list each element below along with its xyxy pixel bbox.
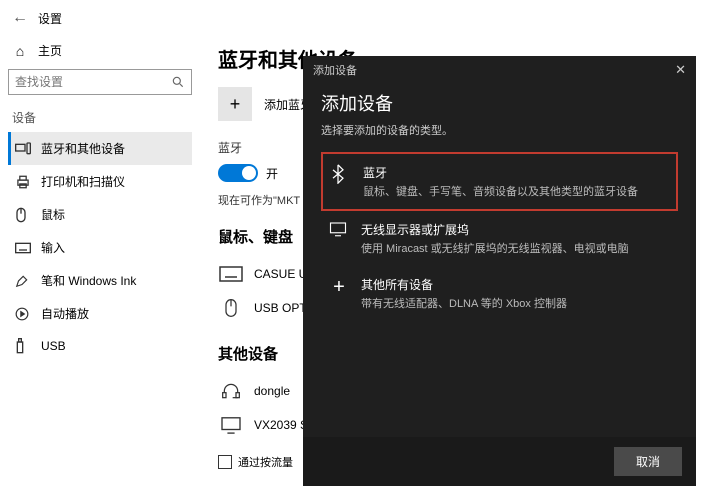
- window-title: 设置: [38, 10, 62, 27]
- sidebar-item-printers[interactable]: 打印机和扫描仪: [8, 165, 192, 198]
- sidebar-item-label: USB: [41, 339, 66, 353]
- dialog-subtitle: 选择要添加的设备的类型。: [321, 122, 678, 138]
- sidebar-section-label: 设备: [12, 109, 188, 126]
- close-icon[interactable]: ✕: [675, 62, 686, 78]
- display-icon: [329, 221, 349, 256]
- mouse-icon: [15, 207, 31, 223]
- sidebar: ⌂ 主页 设备 蓝牙和其他设备 打印机和扫描仪 鼠标: [0, 36, 200, 478]
- sidebar-home-label: 主页: [38, 42, 62, 59]
- cancel-button[interactable]: 取消: [614, 447, 682, 476]
- bluetooth-toggle[interactable]: [218, 164, 258, 182]
- device-name: VX2039 S: [254, 418, 308, 432]
- sidebar-item-label: 自动播放: [41, 305, 89, 322]
- option-title: 蓝牙: [363, 164, 638, 181]
- mouse-icon: [218, 297, 244, 319]
- printer-icon: [15, 175, 31, 189]
- sidebar-item-label: 打印机和扫描仪: [41, 173, 125, 190]
- usb-icon: [15, 338, 31, 354]
- option-title: 其他所有设备: [361, 276, 567, 293]
- pen-icon: [15, 274, 31, 288]
- bluetooth-icon: [331, 164, 351, 199]
- option-bluetooth[interactable]: 蓝牙 鼠标、键盘、手写笔、音频设备以及其他类型的蓝牙设备: [321, 152, 678, 211]
- toggle-state: 开: [266, 165, 278, 182]
- dialog-window-title: 添加设备: [313, 62, 357, 78]
- search-icon: [171, 75, 185, 89]
- sidebar-item-label: 笔和 Windows Ink: [41, 272, 136, 289]
- option-wireless-display[interactable]: 无线显示器或扩展坞 使用 Miracast 或无线扩展坞的无线监视器、电视或电脑: [321, 211, 678, 266]
- option-everything-else[interactable]: + 其他所有设备 带有无线适配器、DLNA 等的 Xbox 控制器: [321, 266, 678, 321]
- devices-icon: [15, 142, 31, 156]
- autoplay-icon: [15, 307, 31, 321]
- add-device-dialog: 添加设备 ✕ 添加设备 选择要添加的设备的类型。 蓝牙 鼠标、键盘、手写笔、音频…: [303, 56, 696, 486]
- sidebar-item-usb[interactable]: USB: [8, 330, 192, 362]
- sidebar-item-typing[interactable]: 输入: [8, 231, 192, 264]
- option-title: 无线显示器或扩展坞: [361, 221, 629, 238]
- option-desc: 使用 Miracast 或无线扩展坞的无线监视器、电视或电脑: [361, 240, 629, 256]
- sidebar-item-label: 鼠标: [41, 206, 65, 223]
- checkbox-label: 通过按流量: [238, 454, 293, 470]
- back-button[interactable]: ←: [8, 9, 32, 27]
- window-header: ← 设置: [0, 0, 705, 36]
- keyboard-icon: [15, 242, 31, 254]
- sidebar-item-autoplay[interactable]: 自动播放: [8, 297, 192, 330]
- keyboard-icon: [218, 263, 244, 285]
- device-name: dongle: [254, 384, 290, 398]
- search-input[interactable]: [15, 75, 171, 89]
- device-name: USB OPT: [254, 301, 307, 315]
- dialog-title: 添加设备: [321, 90, 678, 116]
- sidebar-item-label: 蓝牙和其他设备: [41, 140, 125, 157]
- monitor-icon: [218, 414, 244, 436]
- option-desc: 带有无线适配器、DLNA 等的 Xbox 控制器: [361, 295, 567, 311]
- sidebar-item-mouse[interactable]: 鼠标: [8, 198, 192, 231]
- checkbox[interactable]: [218, 455, 232, 469]
- sidebar-item-pen[interactable]: 笔和 Windows Ink: [8, 264, 192, 297]
- option-desc: 鼠标、键盘、手写笔、音频设备以及其他类型的蓝牙设备: [363, 183, 638, 199]
- add-device-button[interactable]: +: [218, 87, 252, 121]
- headset-icon: [218, 380, 244, 402]
- plus-icon: +: [329, 276, 349, 311]
- home-icon: ⌂: [12, 43, 28, 59]
- device-name: CASUE U: [254, 267, 307, 281]
- sidebar-item-label: 输入: [41, 239, 65, 256]
- sidebar-home[interactable]: ⌂ 主页: [8, 36, 192, 69]
- sidebar-item-bluetooth[interactable]: 蓝牙和其他设备: [8, 132, 192, 165]
- search-box[interactable]: [8, 69, 192, 95]
- plus-icon: +: [230, 94, 241, 115]
